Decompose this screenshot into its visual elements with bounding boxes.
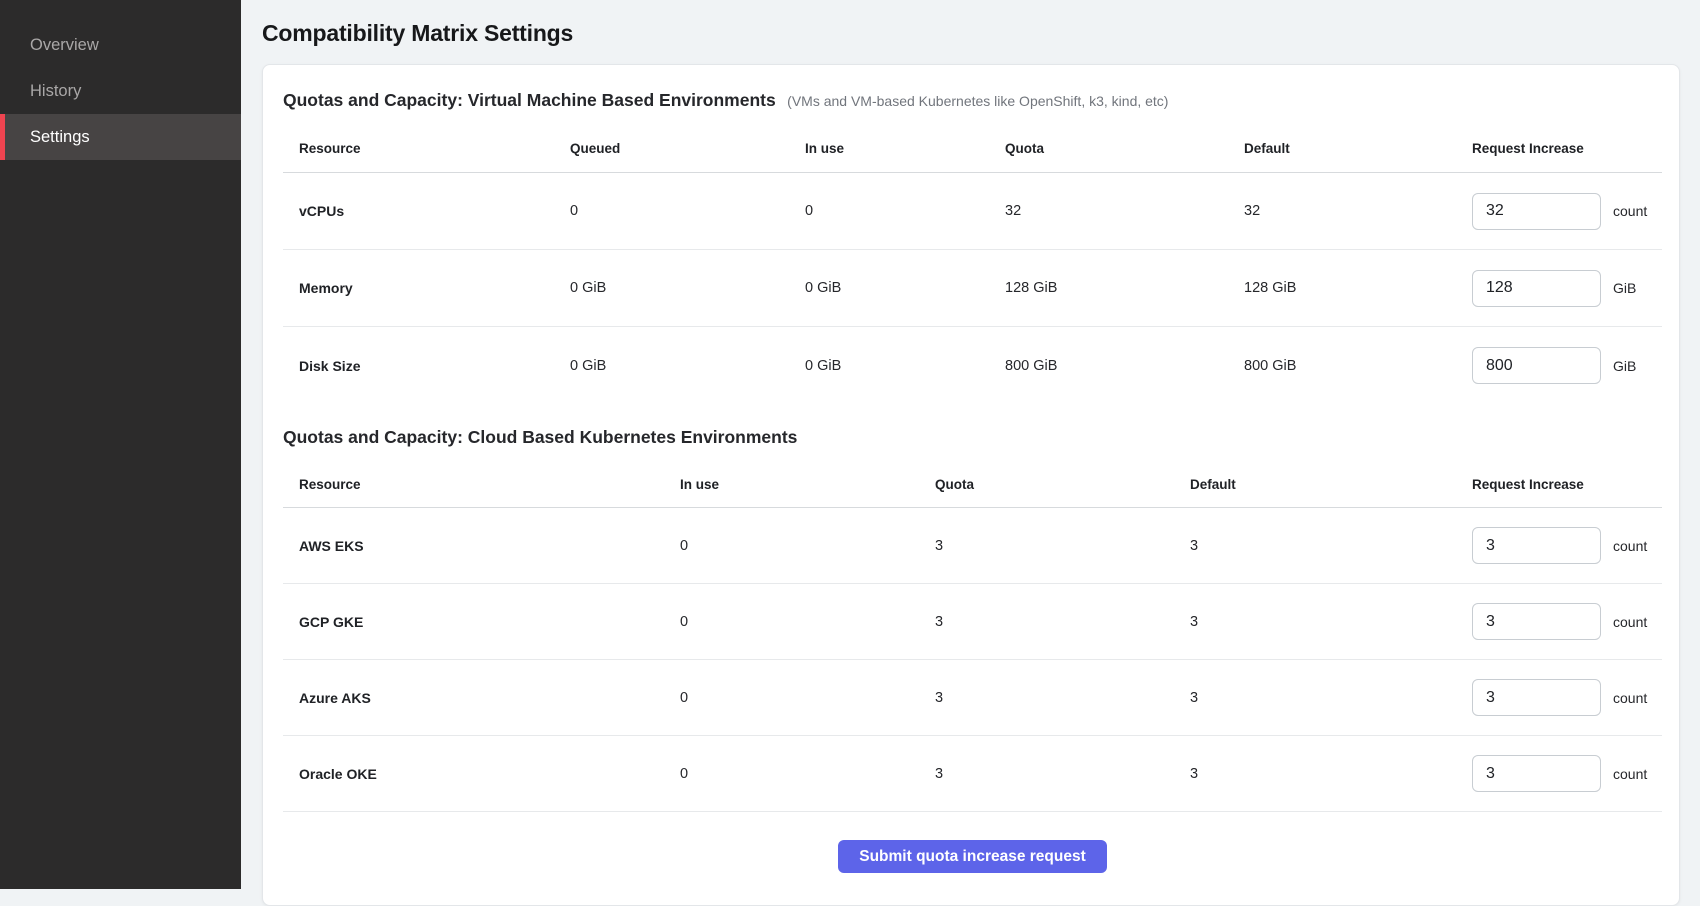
cell-default: 800 GiB — [1244, 358, 1472, 374]
main-content: Compatibility Matrix Settings Quotas and… — [241, 0, 1700, 889]
submit-quota-increase-button[interactable]: Submit quota increase request — [838, 840, 1107, 873]
unit-label: GiB — [1613, 358, 1636, 374]
cell-quota: 3 — [935, 614, 1190, 630]
vm-section-title: Quotas and Capacity: Virtual Machine Bas… — [283, 90, 776, 110]
gcp-gke-request-input[interactable] — [1472, 603, 1601, 640]
cell-in-use: 0 — [680, 766, 935, 782]
sidebar-nav: Overview History Settings — [0, 22, 241, 160]
disk-size-request-input[interactable] — [1472, 347, 1601, 384]
column-header-request-increase: Request Increase — [1472, 477, 1662, 492]
cell-resource: Azure AKS — [299, 690, 680, 706]
column-header-resource: Resource — [299, 141, 570, 156]
table-row-oracle-oke: Oracle OKE 0 3 3 count — [283, 736, 1662, 812]
quota-settings-card: Quotas and Capacity: Virtual Machine Bas… — [262, 64, 1680, 906]
cell-request-increase: count — [1472, 603, 1662, 640]
column-header-quota: Quota — [935, 477, 1190, 492]
cell-quota: 32 — [1005, 203, 1244, 219]
cell-resource: Memory — [299, 280, 570, 296]
cloud-section-title: Quotas and Capacity: Cloud Based Kuberne… — [283, 427, 797, 447]
aws-eks-request-input[interactable] — [1472, 527, 1601, 564]
cell-quota: 128 GiB — [1005, 280, 1244, 296]
cell-resource: AWS EKS — [299, 538, 680, 554]
column-header-default: Default — [1190, 477, 1472, 492]
sidebar-item-history[interactable]: History — [0, 68, 241, 114]
cell-resource: GCP GKE — [299, 614, 680, 630]
vm-table-header-row: Resource Queued In use Quota Default Req… — [283, 125, 1662, 173]
cell-request-increase: count — [1472, 755, 1662, 792]
cloud-section-header: Quotas and Capacity: Cloud Based Kuberne… — [283, 426, 1662, 450]
page-title: Compatibility Matrix Settings — [262, 20, 1680, 47]
cell-quota: 3 — [935, 538, 1190, 554]
cell-default: 128 GiB — [1244, 280, 1472, 296]
sidebar: Overview History Settings — [0, 0, 241, 889]
sidebar-item-settings[interactable]: Settings — [0, 114, 241, 160]
cell-quota: 3 — [935, 766, 1190, 782]
unit-label: count — [1613, 766, 1647, 782]
cell-request-increase: GiB — [1472, 270, 1662, 307]
cell-default: 3 — [1190, 690, 1472, 706]
memory-request-input[interactable] — [1472, 270, 1601, 307]
cell-queued: 0 GiB — [570, 358, 805, 374]
vm-quota-table: Resource Queued In use Quota Default Req… — [283, 125, 1662, 404]
table-row-vcpus: vCPUs 0 0 32 32 count — [283, 173, 1662, 250]
cell-default: 32 — [1244, 203, 1472, 219]
cell-in-use: 0 GiB — [805, 280, 1005, 296]
cell-queued: 0 GiB — [570, 280, 805, 296]
unit-label: count — [1613, 538, 1647, 554]
cell-quota: 3 — [935, 690, 1190, 706]
vm-section-subtitle: (VMs and VM-based Kubernetes like OpenSh… — [787, 93, 1168, 109]
unit-label: GiB — [1613, 280, 1636, 296]
table-row-memory: Memory 0 GiB 0 GiB 128 GiB 128 GiB GiB — [283, 250, 1662, 327]
cell-request-increase: count — [1472, 679, 1662, 716]
unit-label: count — [1613, 690, 1647, 706]
cell-queued: 0 — [570, 203, 805, 219]
column-header-request-increase: Request Increase — [1472, 141, 1662, 156]
azure-aks-request-input[interactable] — [1472, 679, 1601, 716]
cell-request-increase: GiB — [1472, 347, 1662, 384]
column-header-in-use: In use — [680, 477, 935, 492]
cell-quota: 800 GiB — [1005, 358, 1244, 374]
cell-default: 3 — [1190, 614, 1472, 630]
unit-label: count — [1613, 203, 1647, 219]
oracle-oke-request-input[interactable] — [1472, 755, 1601, 792]
cell-in-use: 0 — [680, 614, 935, 630]
cell-in-use: 0 — [680, 690, 935, 706]
cloud-quota-table: Resource In use Quota Default Request In… — [283, 462, 1662, 812]
table-row-aws-eks: AWS EKS 0 3 3 count — [283, 508, 1662, 584]
column-header-resource: Resource — [299, 477, 680, 492]
cell-default: 3 — [1190, 766, 1472, 782]
column-header-default: Default — [1244, 141, 1472, 156]
cell-resource: vCPUs — [299, 203, 570, 219]
unit-label: count — [1613, 614, 1647, 630]
sidebar-item-overview[interactable]: Overview — [0, 22, 241, 68]
vcpus-request-input[interactable] — [1472, 193, 1601, 230]
table-row-disk-size: Disk Size 0 GiB 0 GiB 800 GiB 800 GiB Gi… — [283, 327, 1662, 404]
submit-row: Submit quota increase request — [283, 812, 1662, 889]
cell-resource: Disk Size — [299, 358, 570, 374]
table-row-azure-aks: Azure AKS 0 3 3 count — [283, 660, 1662, 736]
vm-section-header: Quotas and Capacity: Virtual Machine Bas… — [283, 89, 1662, 113]
cell-in-use: 0 — [680, 538, 935, 554]
column-header-in-use: In use — [805, 141, 1005, 156]
cell-request-increase: count — [1472, 527, 1662, 564]
cell-request-increase: count — [1472, 193, 1662, 230]
cloud-table-header-row: Resource In use Quota Default Request In… — [283, 462, 1662, 508]
cell-resource: Oracle OKE — [299, 766, 680, 782]
column-header-queued: Queued — [570, 141, 805, 156]
column-header-quota: Quota — [1005, 141, 1244, 156]
cell-default: 3 — [1190, 538, 1472, 554]
cell-in-use: 0 — [805, 203, 1005, 219]
cell-in-use: 0 GiB — [805, 358, 1005, 374]
table-row-gcp-gke: GCP GKE 0 3 3 count — [283, 584, 1662, 660]
